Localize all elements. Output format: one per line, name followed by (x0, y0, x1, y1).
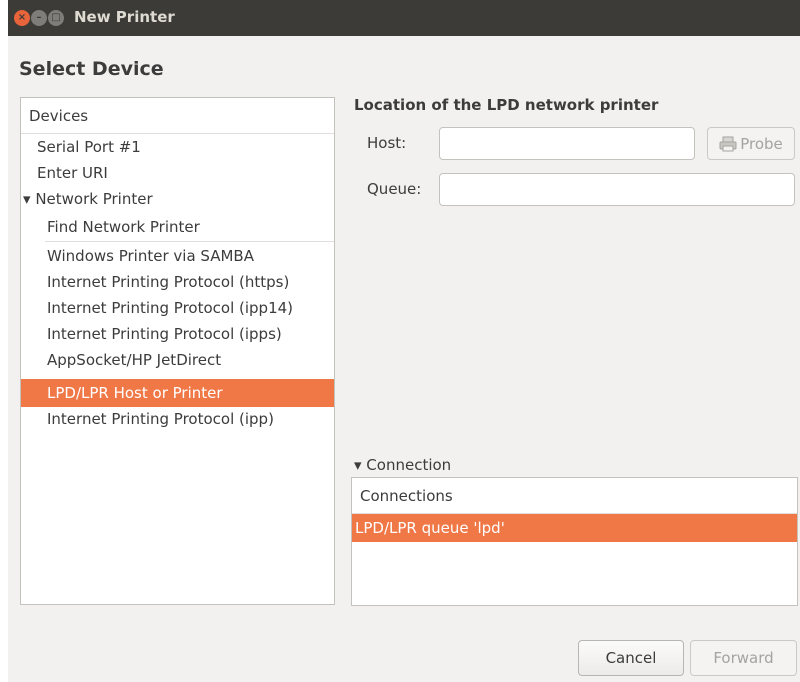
device-item-find-network-printer[interactable]: Find Network Printer (21, 215, 334, 239)
device-item-ipp[interactable]: Internet Printing Protocol (ipp) (21, 407, 334, 431)
maximize-button[interactable]: □ (48, 10, 64, 26)
window-title: New Printer (74, 8, 175, 26)
maximize-icon: □ (51, 12, 61, 23)
device-item-appsocket[interactable]: AppSocket/HP JetDirect (21, 348, 334, 372)
close-button[interactable]: × (14, 10, 30, 26)
probe-button-label: Probe (740, 134, 783, 153)
device-item-serial-port[interactable]: Serial Port #1 (21, 135, 334, 159)
connections-column-header[interactable]: Connections (352, 478, 797, 514)
close-icon: × (17, 12, 27, 23)
queue-label: Queue: (367, 180, 422, 198)
title-bar: × – □ New Printer (8, 0, 800, 36)
new-printer-window: × – □ New Printer Select Device Devices … (8, 0, 800, 682)
device-item-ipp14[interactable]: Internet Printing Protocol (ipp14) (21, 296, 334, 320)
minimize-icon: – (36, 12, 42, 23)
expander-arrow-icon[interactable]: ▾ (23, 190, 31, 208)
tree-divider (45, 241, 334, 242)
connections-list[interactable]: Connections LPD/LPR queue 'lpd' (351, 477, 798, 606)
device-item-label: Network Printer (35, 190, 153, 208)
page-title: Select Device (19, 58, 164, 80)
minimize-button[interactable]: – (31, 10, 47, 26)
device-item-samba[interactable]: Windows Printer via SAMBA (21, 244, 334, 268)
connection-expander[interactable]: ▾ Connection (354, 456, 451, 474)
probe-button[interactable]: Probe (707, 127, 795, 160)
connection-item-lpd-queue[interactable]: LPD/LPR queue 'lpd' (352, 514, 797, 542)
devices-tree[interactable]: Devices Serial Port #1 Enter URI ▾ Netwo… (20, 97, 335, 605)
host-label: Host: (367, 134, 407, 152)
queue-input[interactable] (439, 173, 795, 206)
cancel-button[interactable]: Cancel (578, 640, 684, 676)
device-item-ipp-https[interactable]: Internet Printing Protocol (https) (21, 270, 334, 294)
device-item-network-printer[interactable]: ▾ Network Printer (21, 187, 334, 211)
location-heading: Location of the LPD network printer (354, 96, 659, 114)
host-input[interactable] (439, 127, 695, 160)
forward-button[interactable]: Forward (690, 640, 797, 676)
device-item-enter-uri[interactable]: Enter URI (21, 161, 334, 185)
device-item-lpd-lpr[interactable]: LPD/LPR Host or Printer (21, 379, 334, 407)
printer-probe-icon (719, 136, 737, 151)
device-item-ipps[interactable]: Internet Printing Protocol (ipps) (21, 322, 334, 346)
devices-column-header[interactable]: Devices (21, 98, 334, 134)
